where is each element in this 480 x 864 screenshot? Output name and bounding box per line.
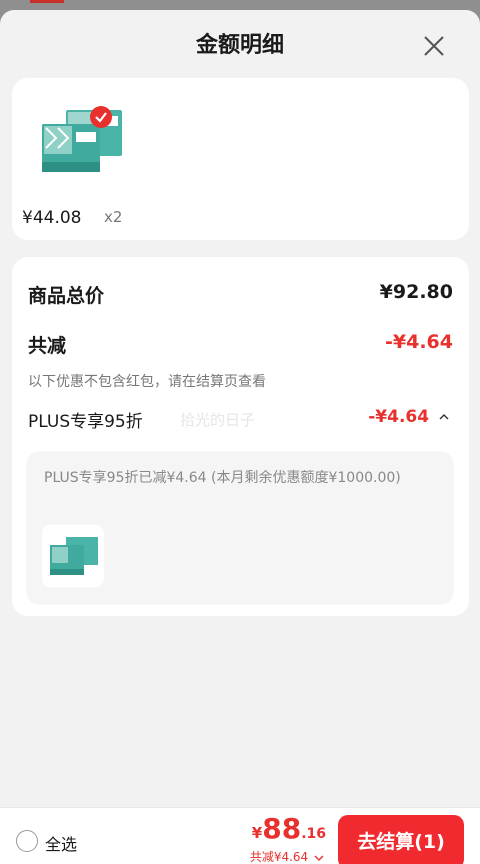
check-badge-icon[interactable]	[90, 106, 112, 128]
total-value: ¥92.80	[379, 281, 453, 303]
top-mark	[30, 0, 64, 3]
discount-note: 以下优惠不包含红包，请在结算页查看	[28, 374, 266, 390]
item-quantity: x2	[104, 208, 123, 226]
checkout-button[interactable]: 去结算(1)	[338, 815, 464, 864]
plus-discount-toggle[interactable]: -¥4.64	[368, 407, 449, 427]
top-strip	[0, 0, 480, 10]
currency-symbol: ¥	[251, 824, 263, 842]
watermark-text: 拾光的日子	[180, 411, 256, 429]
total-integer: 88	[262, 812, 302, 845]
reduction-label: 共减	[28, 335, 67, 357]
detail-product-thumbnail	[42, 525, 104, 587]
product-thumbnail[interactable]	[32, 102, 128, 180]
radio-unchecked-icon[interactable]	[16, 830, 38, 852]
plus-detail-text: PLUS专享95折已减¥4.64 (本月剩余优惠额度¥1000.00)	[44, 470, 401, 486]
plus-discount-label: PLUS专享95折	[28, 412, 143, 432]
plus-discount-value: -¥4.64	[368, 407, 430, 427]
select-all-label[interactable]: 全选	[45, 831, 77, 855]
saved-amount: 共减¥4.64	[249, 850, 309, 864]
saved-amount-toggle[interactable]: 共减¥4.64	[250, 848, 324, 864]
summary-card: 商品总价 ¥92.80 共减 -¥4.64 以下优惠不包含红包，请在结算页查看 …	[12, 257, 469, 616]
amount-detail-sheet: 金额明细 ¥44.08 x2 商品总价 ¥92.80 共减 -¥4.64 以下优	[0, 10, 480, 864]
checkout-bar: 全选 ¥88.16 共减¥4.64 去结算(1)	[0, 807, 480, 864]
close-icon[interactable]	[422, 34, 446, 58]
reduction-value: -¥4.64	[385, 331, 453, 353]
item-price: ¥44.08	[22, 208, 82, 228]
chevron-down-icon	[314, 855, 324, 861]
item-card: ¥44.08 x2	[12, 78, 469, 240]
total-decimal: .16	[301, 826, 326, 842]
plus-detail-box: PLUS专享95折已减¥4.64 (本月剩余优惠额度¥1000.00)	[26, 451, 454, 605]
sheet-header: 金额明细	[0, 26, 480, 66]
page-title: 金额明细	[195, 33, 284, 58]
total-amount: ¥88.16	[252, 812, 326, 845]
total-label: 商品总价	[28, 285, 105, 307]
chevron-up-icon	[439, 414, 449, 420]
